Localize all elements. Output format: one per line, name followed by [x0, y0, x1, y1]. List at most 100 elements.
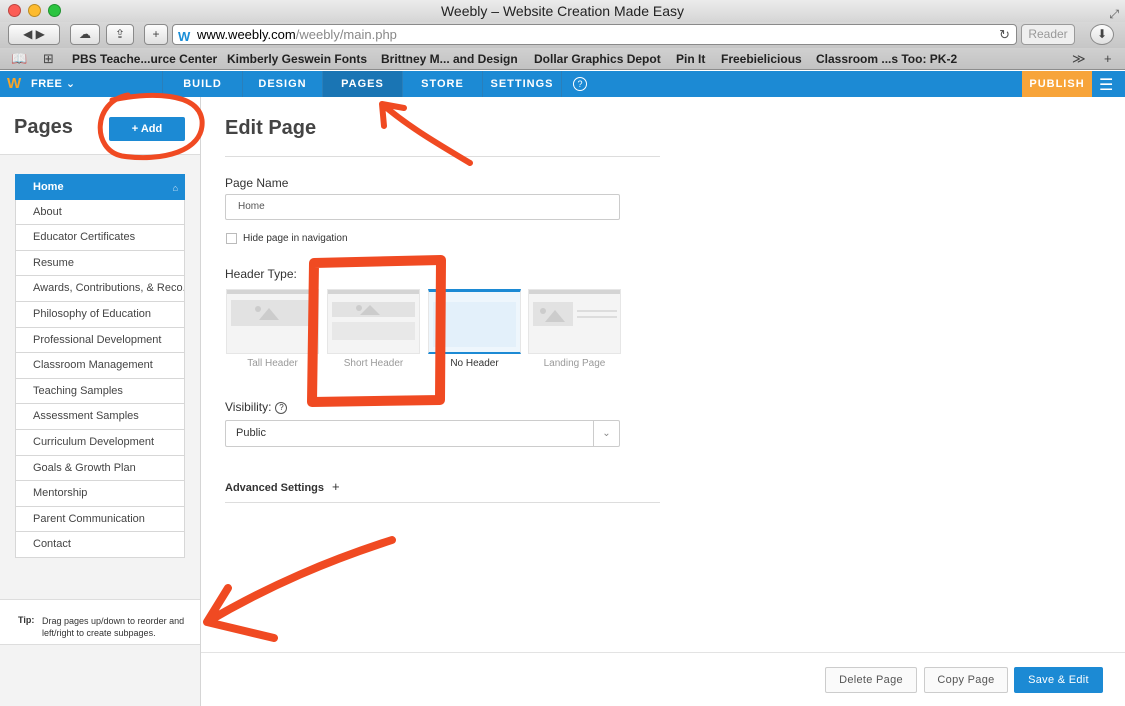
page-name-label: Page Name: [225, 176, 289, 190]
bookmark-item[interactable]: Pin It: [676, 48, 705, 70]
weebly-topnav: W FREE ⌄ BUILD DESIGN PAGES STORE SETTIN…: [0, 71, 1125, 97]
header-option-short[interactable]: [327, 289, 420, 354]
header-option-label: Landing Page: [543, 358, 606, 369]
browser-toolbar: ◀ ▶ ☁ ⇪ + W www.weebly.com/weebly/main.p…: [0, 22, 1125, 48]
tab-design[interactable]: DESIGN: [242, 71, 322, 97]
window-controls: [8, 4, 61, 17]
delete-page-button[interactable]: Delete Page: [825, 667, 917, 693]
sidebar-title: Pages: [14, 116, 73, 138]
plus-icon: +: [332, 479, 340, 494]
hide-in-nav-checkbox[interactable]: [226, 233, 237, 244]
divider: [225, 156, 660, 157]
window-title: Weebly – Website Creation Made Easy: [440, 3, 685, 19]
title-bar: Weebly – Website Creation Made Easy ⤢: [0, 0, 1125, 22]
plan-dropdown[interactable]: FREE ⌄: [31, 71, 76, 97]
bookmark-item[interactable]: Classroom ...s Too: PK-2: [816, 48, 957, 70]
editor-footer: Delete Page Copy Page Save & Edit: [201, 652, 1125, 706]
tab-store[interactable]: STORE: [402, 71, 482, 97]
page-list: Home ⌂ About Educator Certificates Resume…: [15, 174, 185, 558]
header-option-label: Short Header: [343, 358, 404, 369]
hide-in-nav-label: Hide page in navigation: [243, 233, 348, 244]
header-type-label: Header Type:: [225, 267, 297, 281]
more-bookmarks-icon[interactable]: ≫: [1072, 48, 1086, 70]
advanced-settings-toggle[interactable]: Advanced Settings +: [225, 479, 340, 494]
reload-icon[interactable]: ↻: [999, 25, 1010, 44]
publish-button[interactable]: PUBLISH: [1022, 71, 1092, 97]
new-tab-button[interactable]: +: [144, 24, 168, 45]
image-placeholder-icon: [231, 300, 314, 326]
header-option-label: No Header: [450, 358, 499, 369]
page-item[interactable]: Professional Development: [15, 327, 185, 354]
bookmarks-bar: 📖 ⊞ PBS Teache...urce Center Kimberly Ge…: [0, 48, 1125, 70]
bookmark-item[interactable]: Brittney M... and Design: [381, 48, 518, 70]
page-item[interactable]: Teaching Samples: [15, 378, 185, 405]
tip-text: Drag pages up/down to reorder and left/r…: [42, 616, 185, 638]
url-path: /weebly/main.php: [295, 27, 397, 42]
address-bar[interactable]: W www.weebly.com/weebly/main.php ↻: [172, 24, 1017, 45]
reading-list-icon[interactable]: 📖: [11, 48, 27, 70]
weebly-logo-icon[interactable]: W: [7, 75, 21, 92]
bookmark-item[interactable]: PBS Teache...urce Center: [72, 48, 217, 70]
chevron-down-icon: ⌄: [593, 421, 619, 446]
help-icon[interactable]: ?: [275, 402, 288, 414]
image-placeholder-icon: [332, 302, 415, 317]
hamburger-menu-icon[interactable]: ☰: [1099, 75, 1113, 95]
downloads-icon[interactable]: ⬇: [1090, 24, 1114, 45]
home-icon: ⌂: [172, 183, 178, 193]
top-sites-icon[interactable]: ⊞: [43, 48, 54, 70]
bookmark-item[interactable]: Freebielicious: [721, 48, 802, 70]
tab-build[interactable]: BUILD: [162, 71, 242, 97]
page-item[interactable]: Curriculum Development: [15, 429, 185, 456]
reader-button[interactable]: Reader: [1021, 24, 1075, 45]
header-option-landing[interactable]: [528, 289, 621, 354]
header-option-none[interactable]: [428, 289, 521, 354]
browser-window: Weebly – Website Creation Made Easy ⤢ ◀ …: [0, 0, 1125, 706]
help-icon[interactable]: ?: [573, 77, 587, 91]
page-item[interactable]: Goals & Growth Plan: [15, 455, 185, 482]
visibility-label-row: Visibility:?: [225, 400, 288, 414]
page-title: Edit Page: [225, 117, 317, 139]
page-item[interactable]: Philosophy of Education: [15, 301, 185, 328]
page-item-label: Home: [33, 181, 64, 193]
back-forward-buttons[interactable]: ◀ ▶: [8, 24, 60, 45]
visibility-value: Public: [236, 427, 266, 439]
copy-page-button[interactable]: Copy Page: [924, 667, 1008, 693]
page-item[interactable]: Mentorship: [15, 481, 185, 507]
page-item[interactable]: Parent Communication: [15, 506, 185, 533]
visibility-select[interactable]: Public ⌄: [225, 420, 620, 447]
tab-pages[interactable]: PAGES: [322, 71, 402, 97]
page-item[interactable]: Resume: [15, 250, 185, 277]
pages-sidebar: Pages + Add Home ⌂ About Educator Certifi…: [0, 97, 201, 706]
page-item[interactable]: About: [15, 199, 185, 226]
page-item-home[interactable]: Home ⌂: [15, 174, 185, 200]
page-item[interactable]: Contact: [15, 532, 185, 558]
save-edit-button[interactable]: Save & Edit: [1014, 667, 1103, 693]
icloud-icon[interactable]: ☁: [70, 24, 100, 45]
reorder-tip: Tip: Drag pages up/down to reorder and l…: [0, 599, 200, 645]
minimize-window-button[interactable]: [28, 4, 41, 17]
add-bookmark-icon[interactable]: +: [1104, 48, 1112, 70]
advanced-settings-label: Advanced Settings: [225, 482, 325, 494]
page-item[interactable]: Classroom Management: [15, 353, 185, 379]
visibility-label: Visibility:: [225, 400, 272, 414]
page-item[interactable]: Awards, Contributions, & Reco...: [15, 276, 185, 302]
tab-settings[interactable]: SETTINGS: [482, 71, 562, 97]
image-placeholder-icon: [533, 302, 573, 326]
edit-page-panel: Edit Page Page Name Home Hide page in na…: [201, 97, 1125, 706]
bookmark-item[interactable]: Dollar Graphics Depot: [534, 48, 661, 70]
page-item[interactable]: Educator Certificates: [15, 225, 185, 251]
tip-label: Tip:: [18, 615, 35, 625]
divider: [225, 502, 660, 503]
weebly-favicon-icon: W: [178, 29, 191, 44]
add-page-button[interactable]: + Add: [109, 117, 185, 141]
share-icon[interactable]: ⇪: [106, 24, 134, 45]
page-item[interactable]: Assessment Samples: [15, 404, 185, 430]
zoom-window-button[interactable]: [48, 4, 61, 17]
bookmark-item[interactable]: Kimberly Geswein Fonts: [227, 48, 367, 70]
page-name-input[interactable]: Home: [225, 194, 620, 220]
header-option-tall[interactable]: [226, 289, 319, 354]
sidebar-header: Pages + Add: [0, 97, 200, 155]
close-window-button[interactable]: [8, 4, 21, 17]
header-option-label: Tall Header: [247, 358, 298, 369]
url-host: www.weebly.com: [197, 27, 296, 42]
